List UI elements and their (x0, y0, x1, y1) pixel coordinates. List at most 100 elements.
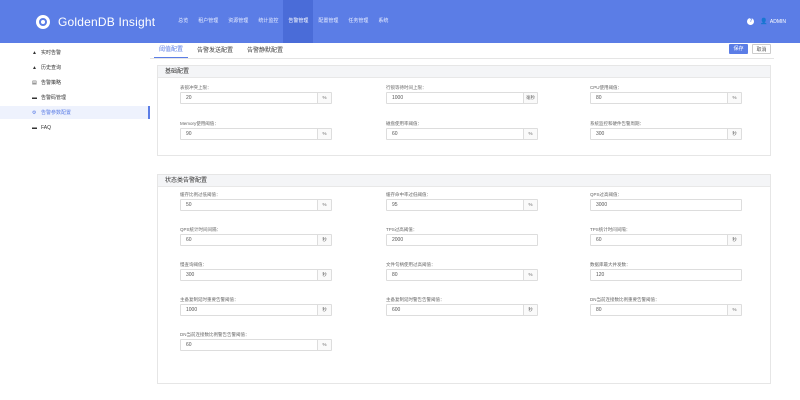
gear-icon: ⚙ (32, 109, 37, 116)
sidebar-item-alarm-params[interactable]: ⚙ 告警参数配置 (0, 106, 150, 119)
logo-icon (36, 14, 50, 29)
field-dn-conn-major: DN当前连接数比例重要告警阈值： 80 % (590, 295, 742, 316)
warning-icon: ▲ (32, 49, 37, 56)
section-title: 状态类告警配置 (158, 175, 770, 187)
sidebar-item-label: 实时告警 (41, 50, 62, 56)
dn-conn-major-input[interactable]: 80 % (590, 304, 742, 316)
field-value: 60 (186, 237, 192, 243)
nav-item-overview[interactable]: 总览 (173, 0, 193, 43)
disk-threshold-input[interactable]: 60 % (386, 128, 538, 140)
field-label: QPS过高阈值： (590, 192, 623, 197)
nav-item-system[interactable]: 系统 (373, 0, 393, 43)
field-value: 60 (596, 237, 602, 243)
sidebar-item-alarm-policy[interactable]: ▤ 告警策略 (0, 76, 150, 89)
field-tps-high: TPS过高阈值： 2000 (386, 225, 538, 246)
faq-icon: ▬ (32, 124, 37, 131)
cache-ratio-input[interactable]: 50 % (180, 199, 332, 211)
field-cache-ratio: 缓存比例过低阈值： 50 % (180, 190, 332, 211)
field-label: 缓存命中率过低阈值： (386, 192, 431, 197)
tps-high-input[interactable]: 2000 (386, 234, 538, 246)
field-label: QPS统计时间间隔： (180, 227, 222, 232)
app-logo[interactable]: GoldenDB Insight (36, 14, 155, 29)
field-label: TPS统计时间间隔： (590, 227, 631, 232)
field-unit: % (317, 340, 331, 350)
cpu-threshold-input[interactable]: 80 % (590, 92, 742, 104)
row-lock-wait-input[interactable]: 1000 毫秒 (386, 92, 538, 104)
field-value: 80 (596, 95, 602, 101)
file-handle-input[interactable]: 80 % (386, 269, 538, 281)
field-unit: 秒 (727, 129, 741, 139)
field-dn-conn-warning: DN当前连接数比例警告告警阈值： 60 % (180, 330, 332, 351)
memory-threshold-input[interactable]: 90 % (180, 128, 332, 140)
nav-item-alarm[interactable]: 告警管理 (283, 0, 314, 43)
field-slow-query: 慢查询阈值： 300 秒 (180, 260, 332, 281)
tab-threshold-config[interactable]: 阈值配置 (154, 44, 189, 58)
qps-high-input[interactable]: 3000 (590, 199, 742, 211)
field-label: 系统监控和硬件告警周期： (590, 121, 644, 126)
field-value: 300 (596, 131, 605, 137)
field-row-lock-wait: 行锁等待时间上限： 1000 毫秒 (386, 83, 538, 104)
field-label: 主备复制延时警告告警阈值： (386, 297, 445, 302)
tab-alarm-silence-config[interactable]: 告警静默配置 (242, 45, 288, 58)
field-value: 300 (186, 272, 195, 278)
field-value: 3000 (596, 202, 608, 208)
repl-delay-major-input[interactable]: 1000 秒 (180, 304, 332, 316)
main-nav: 总览 租户管理 资源管理 统计监控 告警管理 配置管理 任务管理 系统 (173, 0, 393, 43)
field-value: 2000 (392, 237, 404, 243)
save-button[interactable]: 保存 (729, 44, 748, 54)
field-unit: 秒 (317, 235, 331, 245)
monitor-period-input[interactable]: 300 秒 (590, 128, 742, 140)
field-unit: % (317, 129, 331, 139)
field-value: 60 (186, 342, 192, 348)
user-icon[interactable]: 👤 (760, 18, 767, 25)
sidebar: ▲ 实时告警 ▲ 历史查询 ▤ 告警策略 ▬ 告警码管理 ⚙ 告警参数配置 ▬ … (0, 43, 150, 383)
sidebar-item-faq[interactable]: ▬ FAQ (0, 121, 150, 134)
field-label: 缓存比例过低阈值： (180, 192, 221, 197)
nav-item-tenant[interactable]: 租户管理 (193, 0, 223, 43)
qps-interval-input[interactable]: 60 秒 (180, 234, 332, 246)
field-value: 1000 (392, 95, 404, 101)
max-concurrency-input[interactable]: 120 (590, 269, 742, 281)
nav-item-monitor[interactable]: 统计监控 (253, 0, 283, 43)
sidebar-item-history-query[interactable]: ▲ 历史查询 (0, 61, 150, 74)
slow-query-input[interactable]: 300 秒 (180, 269, 332, 281)
tps-interval-input[interactable]: 60 秒 (590, 234, 742, 246)
field-qps-interval: QPS统计时间间隔： 60 秒 (180, 225, 332, 246)
nav-item-task[interactable]: 任务管理 (343, 0, 373, 43)
tab-alarm-send-config[interactable]: 告警发送配置 (192, 45, 238, 58)
dn-conn-warning-input[interactable]: 60 % (180, 339, 332, 351)
field-label: 表锁冲突上限： (180, 85, 212, 90)
repl-delay-warning-input[interactable]: 600 秒 (386, 304, 538, 316)
sidebar-item-realtime-alarm[interactable]: ▲ 实时告警 (0, 46, 150, 59)
code-icon: ▬ (32, 94, 37, 101)
table-lock-limit-input[interactable]: 20 % (180, 92, 332, 104)
field-unit: 秒 (317, 305, 331, 315)
field-unit: 秒 (317, 270, 331, 280)
field-label: 慢查询阈值： (180, 262, 207, 267)
sidebar-item-label: FAQ (41, 124, 52, 131)
policy-icon: ▤ (32, 79, 37, 86)
field-label: 磁盘使用率阈值： (386, 121, 422, 126)
nav-item-resource[interactable]: 资源管理 (223, 0, 253, 43)
cancel-button[interactable]: 取消 (752, 44, 771, 54)
field-cpu-threshold: CPU使用阈值： 80 % (590, 83, 742, 104)
field-value: 80 (596, 307, 602, 313)
sidebar-item-alarm-code[interactable]: ▬ 告警码管理 (0, 91, 150, 104)
field-value: 1000 (186, 307, 198, 313)
nav-item-config[interactable]: 配置管理 (313, 0, 343, 43)
field-label: DN当前连接数比例重要告警阈值： (590, 297, 660, 302)
help-icon[interactable]: ? (747, 18, 755, 25)
field-value: 20 (186, 95, 192, 101)
main-content: 阈值配置 告警发送配置 告警静默配置 保存 取消 基础配置 表锁冲突上限： 20… (150, 43, 774, 384)
sidebar-item-label: 告警码管理 (41, 95, 67, 101)
field-max-concurrency: 数据库最大并发数： 120 (590, 260, 742, 281)
field-unit: 秒 (727, 235, 741, 245)
cache-hit-input[interactable]: 95 % (386, 199, 538, 211)
user-name[interactable]: ADMIN (770, 19, 786, 25)
field-label: DN当前连接数比例警告告警阈值： (180, 332, 250, 337)
top-navbar: GoldenDB Insight 总览 租户管理 资源管理 统计监控 告警管理 … (0, 0, 800, 43)
field-value: 90 (186, 131, 192, 137)
field-unit: % (523, 129, 537, 139)
field-table-lock-limit: 表锁冲突上限： 20 % (180, 83, 332, 104)
field-unit: 毫秒 (523, 93, 537, 103)
